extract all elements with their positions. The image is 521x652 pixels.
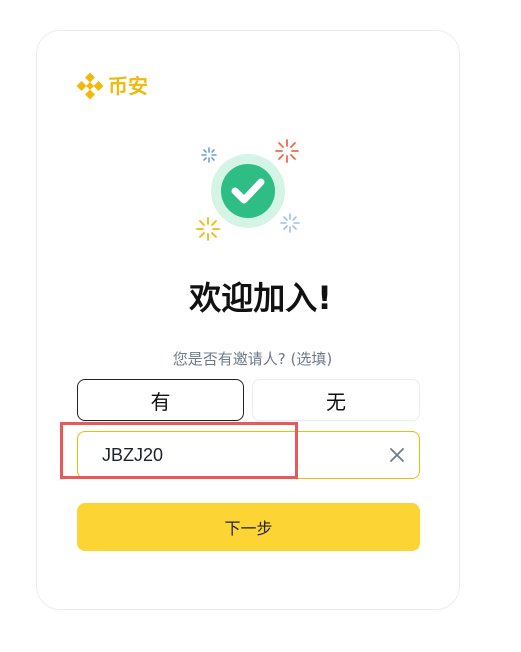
brand-logo[interactable]: 币安: [76, 72, 148, 100]
referral-code-input[interactable]: [102, 432, 372, 478]
brand-name: 币安: [108, 74, 148, 98]
referral-code-field: [77, 431, 420, 479]
close-icon[interactable]: [387, 445, 407, 465]
sparkle-icon: [196, 217, 220, 241]
referral-question: 您是否有邀请人? (选填): [172, 350, 333, 368]
referral-no-button[interactable]: 无: [252, 379, 420, 421]
success-illustration: [196, 139, 300, 241]
referral-yes-button[interactable]: 有: [77, 379, 244, 421]
sparkle-icon: [275, 139, 299, 163]
page-title: 欢迎加入!: [189, 279, 332, 317]
next-step-button[interactable]: 下一步: [77, 503, 420, 551]
sparkle-icon: [280, 213, 300, 233]
sparkle-icon: [201, 147, 217, 163]
binance-logo-icon: [76, 72, 104, 100]
